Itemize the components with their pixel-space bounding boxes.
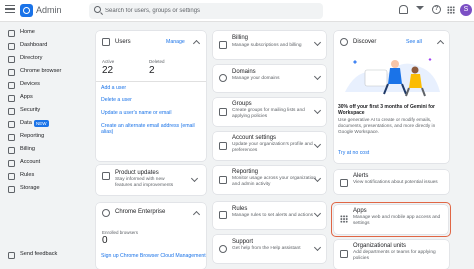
- directory-icon: [8, 56, 15, 63]
- globe-icon: [219, 74, 227, 82]
- deleted-label: Deleted: [149, 59, 165, 64]
- admin-logo-icon[interactable]: [20, 4, 33, 17]
- alerts-icon: [340, 179, 348, 187]
- product-updates-card[interactable]: Product updates Stay informed with new f…: [96, 165, 206, 195]
- discover-icon: [340, 38, 348, 46]
- active-count: 22: [102, 65, 114, 76]
- try-at-no-cost-link[interactable]: Try at no cost: [338, 150, 369, 156]
- search-bar[interactable]: [89, 3, 323, 19]
- billing-icon: [219, 41, 227, 49]
- groups-card[interactable]: Groups Create groups for mailing lists a…: [213, 98, 326, 126]
- update-user-link[interactable]: Update a user's name or email: [101, 110, 171, 116]
- sidebar-item-dashboard[interactable]: Dashboard: [0, 40, 86, 52]
- shield-icon: [8, 108, 15, 115]
- updates-icon: [102, 172, 110, 180]
- sidebar-item-security[interactable]: Security: [0, 105, 86, 117]
- devices-icon: [8, 82, 15, 89]
- domains-card[interactable]: Domains Manage your domains: [213, 65, 326, 92]
- sidebar-item-data[interactable]: Data NEW: [0, 118, 86, 130]
- chrome-enterprise-card: Chrome Enterprise Enrolled browsers 0 Si…: [96, 203, 206, 269]
- collapse-users-icon[interactable]: [192, 39, 201, 48]
- discover-card: Discover See all 30% off your first 3 mo…: [334, 31, 449, 163]
- billing-icon: [8, 147, 15, 154]
- manage-users-link[interactable]: Manage: [166, 39, 185, 45]
- reporting-icon: [219, 176, 227, 184]
- sign-up-link[interactable]: Sign up Chrome Browser Cloud Management: [101, 253, 206, 259]
- sidebar-item-rules[interactable]: Rules: [0, 170, 86, 182]
- users-title: Users: [115, 39, 131, 45]
- collapse-icon[interactable]: [192, 210, 201, 219]
- sidebar-item-directory[interactable]: Directory: [0, 53, 86, 65]
- storage-icon: [8, 186, 15, 193]
- data-icon: [8, 121, 15, 128]
- sidebar: Home Dashboard Directory Chrome browser …: [0, 23, 86, 269]
- sidebar-item-chrome-browser[interactable]: Chrome browser: [0, 66, 86, 78]
- notifications-icon[interactable]: [399, 5, 408, 14]
- avatar[interactable]: S: [460, 4, 472, 16]
- divider: [96, 81, 206, 82]
- collapse-icon[interactable]: [436, 39, 445, 48]
- expand-icon[interactable]: [313, 106, 322, 115]
- new-badge: NEW: [34, 120, 49, 127]
- feedback-icon: [8, 252, 15, 259]
- promo-body: Use generative AI to create or modify em…: [338, 117, 436, 134]
- users-icon: [102, 38, 110, 46]
- deleted-count: 2: [149, 65, 155, 76]
- help-icon[interactable]: ?: [432, 5, 441, 14]
- sidebar-item-devices[interactable]: Devices: [0, 79, 86, 91]
- billing-card[interactable]: Billing Manage subscriptions and billing: [213, 31, 326, 59]
- support-icon: [219, 245, 227, 253]
- add-user-link[interactable]: Add a user: [101, 85, 126, 91]
- search-icon[interactable]: [94, 6, 101, 13]
- search-input[interactable]: [105, 5, 315, 17]
- enrolled-count: 0: [102, 235, 108, 246]
- create-alias-link[interactable]: Create an alternate email address (email…: [101, 123, 206, 135]
- rules-card[interactable]: Rules Manage rules to set alerts and act…: [213, 202, 326, 229]
- menu-icon[interactable]: [5, 5, 15, 15]
- home-icon: [8, 30, 15, 37]
- account-settings-card[interactable]: Account settings Update your organizatio…: [213, 132, 326, 160]
- reporting-card[interactable]: Reporting Monitor usage across your orga…: [213, 166, 326, 194]
- org-units-icon: [340, 250, 348, 258]
- chrome-icon: [102, 209, 110, 217]
- top-bar: Admin ? S: [0, 0, 474, 22]
- sidebar-item-reporting[interactable]: Reporting: [0, 131, 86, 143]
- chrome-icon: [8, 69, 15, 76]
- app-title: Admin: [36, 5, 62, 15]
- sidebar-item-account[interactable]: Account: [0, 157, 86, 169]
- apps-launcher-icon[interactable]: [447, 6, 455, 14]
- reporting-icon: [8, 134, 15, 141]
- sidebar-item-billing[interactable]: Billing: [0, 144, 86, 156]
- settings-icon: [219, 142, 227, 150]
- alerts-card[interactable]: Alerts View notifications about potentia…: [334, 170, 449, 194]
- promo-illustration: [345, 58, 440, 97]
- dashboard-icon: [8, 43, 15, 50]
- sidebar-item-apps[interactable]: Apps: [0, 92, 86, 104]
- rules-icon: [8, 173, 15, 180]
- rules-icon: [219, 211, 227, 219]
- apps-card-highlight: [331, 202, 451, 237]
- see-all-link[interactable]: See all: [406, 39, 422, 45]
- groups-icon: [219, 108, 227, 116]
- apps-icon: [8, 95, 15, 102]
- active-label: Active: [102, 59, 115, 64]
- expand-icon[interactable]: [190, 174, 199, 183]
- delete-user-link[interactable]: Delete a user: [101, 97, 132, 103]
- sidebar-item-storage[interactable]: Storage: [0, 183, 86, 195]
- account-icon: [8, 160, 15, 167]
- users-card: Users Manage Active 22 Deleted 2 Add a u…: [96, 31, 206, 161]
- expand-icon[interactable]: [313, 140, 322, 149]
- promo-headline: 30% off your first 3 months of Gemini fo…: [338, 104, 435, 116]
- tasks-icon[interactable]: [416, 6, 424, 10]
- org-units-card[interactable]: Organizational units Add departments or …: [334, 240, 449, 269]
- send-feedback-button[interactable]: Send feedback: [0, 249, 86, 261]
- support-card[interactable]: Support Get help from the Help assistant: [213, 235, 326, 263]
- sidebar-item-home[interactable]: Home: [0, 27, 86, 39]
